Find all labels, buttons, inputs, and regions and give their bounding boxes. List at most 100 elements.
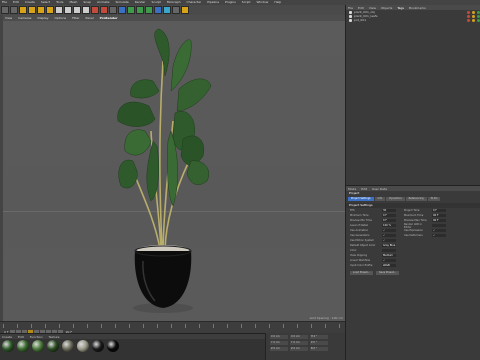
scale-icon[interactable] xyxy=(37,6,45,14)
rotate-icon[interactable] xyxy=(46,6,54,14)
material-swatch[interactable] xyxy=(92,340,104,352)
tag-icon[interactable] xyxy=(467,14,470,18)
field-value[interactable]: ✓ xyxy=(432,234,446,237)
cube-icon[interactable] xyxy=(118,6,126,14)
field-value[interactable]: Gray Blue xyxy=(382,244,396,247)
undo-icon[interactable] xyxy=(1,6,9,14)
material-menu-texture[interactable]: Texture xyxy=(49,335,60,339)
coordinate-field[interactable]: Y 0 cm xyxy=(270,341,288,345)
coordinate-field[interactable]: P 0 ° xyxy=(310,341,328,345)
timeline[interactable]: 0 F 90 F xyxy=(0,321,345,334)
material-swatch[interactable] xyxy=(107,340,119,352)
save-preset-button[interactable]: Save Preset... xyxy=(375,271,400,275)
pen-icon[interactable] xyxy=(127,6,135,14)
field-value[interactable]: 90 F xyxy=(432,219,446,222)
field-value[interactable]: 90 F xyxy=(432,214,446,217)
object-manager-tab-view[interactable]: View xyxy=(369,6,376,10)
tag-icon[interactable] xyxy=(467,18,470,22)
array-icon[interactable] xyxy=(145,6,153,14)
coordinate-field[interactable]: Z 0 cm xyxy=(270,347,288,351)
coordinate-field[interactable]: X 0 cm xyxy=(270,335,288,339)
viewport-menu-options[interactable]: Options xyxy=(55,16,67,20)
tag-icon[interactable] xyxy=(472,10,475,14)
field-value[interactable]: Medium xyxy=(382,254,396,257)
field-value[interactable] xyxy=(382,249,396,252)
field-value[interactable]: ✓ xyxy=(382,234,396,237)
field-value[interactable]: ✓ xyxy=(382,259,396,262)
axis-x-icon[interactable] xyxy=(55,6,63,14)
field-value[interactable]: ✓ xyxy=(382,239,396,242)
attribute-menu-edit[interactable]: Edit xyxy=(361,187,367,191)
material-swatch[interactable] xyxy=(47,340,59,352)
object-manager-tab-objects[interactable]: Objects xyxy=(381,6,392,10)
field-value[interactable]: ✓ xyxy=(382,229,396,232)
coordinate-field[interactable]: Z 0 cm xyxy=(290,347,308,351)
attribute-manager: Mode Edit User Data Project Project Settin… xyxy=(345,185,480,360)
tag-icon[interactable] xyxy=(467,10,470,14)
deformer-icon[interactable] xyxy=(154,6,162,14)
render-settings-icon[interactable] xyxy=(109,6,117,14)
coordinate-field[interactable]: H 0 ° xyxy=(310,335,328,339)
field-value[interactable]: 0 F xyxy=(382,214,396,217)
camera-icon[interactable] xyxy=(172,6,180,14)
axis-y-icon[interactable] xyxy=(64,6,72,14)
move-icon[interactable] xyxy=(28,6,36,14)
object-manager-tab-tags[interactable]: Tags xyxy=(397,6,404,10)
load-preset-button[interactable]: Load Preset... xyxy=(350,271,373,275)
timeline-ruler[interactable] xyxy=(3,324,343,328)
attribute-tab-info[interactable]: Info xyxy=(374,196,386,201)
viewport-menu-filter[interactable]: Filter xyxy=(72,16,79,20)
attribute-tab-referencing[interactable]: Referencing xyxy=(405,196,427,201)
render-picture-viewer-icon[interactable] xyxy=(100,6,108,14)
material-swatch[interactable] xyxy=(77,340,89,352)
field-label: Default Object Color xyxy=(350,244,376,247)
tag-icon[interactable] xyxy=(472,14,475,18)
tag-icon[interactable] xyxy=(472,18,475,22)
attribute-tab-project-settings[interactable]: Project Settings xyxy=(348,196,374,201)
object-manager-tab-file[interactable]: File xyxy=(348,6,353,10)
axis-z-icon[interactable] xyxy=(73,6,81,14)
material-menu-create[interactable]: Create xyxy=(2,335,12,339)
object-manager-tab-bookmarks[interactable]: Bookmarks xyxy=(409,6,426,10)
redo-icon[interactable] xyxy=(10,6,18,14)
field-value[interactable]: 100 % xyxy=(382,224,396,227)
render-view-icon[interactable] xyxy=(91,6,99,14)
material-swatch[interactable] xyxy=(62,340,74,352)
field-value[interactable]: sRGB xyxy=(382,264,396,267)
field-label: Linear Workflow xyxy=(350,259,371,262)
live-selection-icon[interactable] xyxy=(19,6,27,14)
subdivision-icon[interactable] xyxy=(136,6,144,14)
material-menu-function[interactable]: Function xyxy=(30,335,43,339)
coordinate-field[interactable]: B 0 ° xyxy=(310,347,328,351)
object-manager-tab-edit[interactable]: Edit xyxy=(358,6,364,10)
material-swatch[interactable] xyxy=(17,340,29,352)
material-swatch[interactable] xyxy=(32,340,44,352)
field-value[interactable]: 0 F xyxy=(382,219,396,222)
viewport-menu-view[interactable]: View xyxy=(5,16,12,20)
coordinate-field[interactable]: X 0 cm xyxy=(290,335,308,339)
coordinate-system-icon[interactable] xyxy=(82,6,90,14)
light-icon[interactable] xyxy=(181,6,189,14)
field-value[interactable]: ✓ xyxy=(432,229,446,232)
attribute-field-row: Input Color Profile sRGB xyxy=(346,263,480,268)
viewport-menu-cameras[interactable]: Cameras xyxy=(18,16,31,20)
attribute-tab-dynamics[interactable]: Dynamics xyxy=(386,196,405,201)
coordinate-field[interactable]: Y 0 cm xyxy=(290,341,308,345)
field-value[interactable] xyxy=(432,224,446,227)
object-row[interactable]: pot_001 xyxy=(346,18,480,22)
viewport[interactable]: Grid Spacing : 100 cm xyxy=(3,21,345,321)
field-value[interactable]: 30 xyxy=(382,209,396,212)
viewport-menu-panel[interactable]: Panel xyxy=(86,16,94,20)
viewport-menu-prorender[interactable]: ProRender xyxy=(100,16,118,20)
attribute-menu-user-data[interactable]: User Data xyxy=(372,187,387,191)
field-label: Level of Detail xyxy=(350,224,368,227)
viewport-menu-display[interactable]: Display xyxy=(37,16,48,20)
attribute-tab-to-do[interactable]: To Do xyxy=(427,196,441,201)
attribute-tabs: Project Settings Info Dynamics Referencing T… xyxy=(346,196,480,201)
material-menu-edit[interactable]: Edit xyxy=(18,335,24,339)
attribute-menu-mode[interactable]: Mode xyxy=(348,187,356,191)
field-value[interactable]: 0 F xyxy=(432,209,446,212)
material-manager: Create Edit Function Texture xyxy=(0,333,265,360)
floor-icon[interactable] xyxy=(163,6,171,14)
material-swatch[interactable] xyxy=(2,340,14,352)
